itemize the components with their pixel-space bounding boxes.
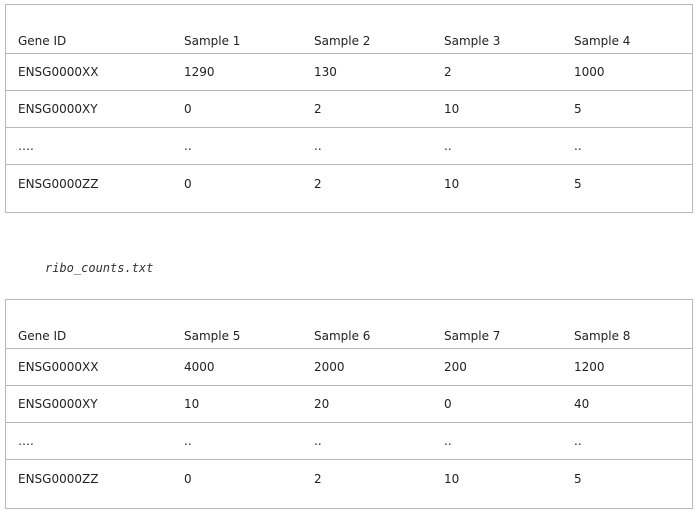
gene-id-cell: ENSG0000ZZ [18, 472, 99, 486]
column-header: Gene ID [18, 34, 67, 48]
table-cell: .. [444, 139, 452, 153]
table-row: ENSG0000XX 4000 2000 200 1200 [6, 349, 692, 386]
table-cell: .. [314, 139, 322, 153]
table-cell: 2 [314, 177, 322, 191]
counts-table-bottom: Gene ID Sample 5 Sample 6 Sample 7 Sampl… [5, 299, 693, 509]
table-cell: 2 [314, 472, 322, 486]
table-cell: 5 [574, 102, 582, 116]
table-row: ENSG0000XX 1290 130 2 1000 [6, 54, 692, 91]
table-cell: 1000 [574, 65, 605, 79]
gene-id-cell: ENSG0000XY [18, 397, 98, 411]
table-cell: 1200 [574, 360, 605, 374]
column-header: Sample 1 [184, 34, 241, 48]
table-cell: 0 [184, 472, 192, 486]
table-cell: 10 [444, 472, 460, 486]
table-cell: 2 [314, 102, 322, 116]
gene-id-cell: ENSG0000XY [18, 102, 98, 116]
column-header: Sample 4 [574, 34, 631, 48]
table-cell: 40 [574, 397, 590, 411]
counts-table-top: Gene ID Sample 1 Sample 2 Sample 3 Sampl… [5, 4, 693, 213]
column-header: Gene ID [18, 329, 67, 343]
table-cell: .. [184, 139, 192, 153]
table-row: ENSG0000XY 0 2 10 5 [6, 91, 692, 128]
gene-id-cell: ENSG0000ZZ [18, 177, 99, 191]
table-header-row: Gene ID Sample 5 Sample 6 Sample 7 Sampl… [6, 300, 692, 349]
file-caption: ribo_counts.txt [45, 261, 154, 275]
table-cell: .. [574, 434, 582, 448]
column-header: Sample 7 [444, 329, 501, 343]
gene-id-cell: …. [18, 434, 34, 448]
table-row: ENSG0000ZZ 0 2 10 5 [6, 460, 692, 497]
gene-id-cell: …. [18, 139, 34, 153]
table-row: ENSG0000XY 10 20 0 40 [6, 386, 692, 423]
table-cell: 130 [314, 65, 337, 79]
column-header: Sample 6 [314, 329, 371, 343]
table-cell: 200 [444, 360, 467, 374]
table-cell: 1290 [184, 65, 215, 79]
table-cell: 0 [184, 177, 192, 191]
table-cell: 10 [184, 397, 200, 411]
table-row-ellipsis: …. .. .. .. .. [6, 423, 692, 460]
table-cell: 2 [444, 65, 452, 79]
table-cell: 5 [574, 472, 582, 486]
table-cell: .. [444, 434, 452, 448]
table-cell: .. [184, 434, 192, 448]
table-row: ENSG0000ZZ 0 2 10 5 [6, 165, 692, 202]
gene-id-cell: ENSG0000XX [18, 65, 99, 79]
table-cell: 0 [444, 397, 452, 411]
column-header: Sample 3 [444, 34, 501, 48]
table-cell: 10 [444, 102, 460, 116]
table-cell: 10 [444, 177, 460, 191]
table-cell: 2000 [314, 360, 345, 374]
table-cell: 4000 [184, 360, 215, 374]
table-cell: 20 [314, 397, 330, 411]
column-header: Sample 2 [314, 34, 371, 48]
table-cell: .. [574, 139, 582, 153]
gene-id-cell: ENSG0000XX [18, 360, 99, 374]
table-cell: 5 [574, 177, 582, 191]
table-header-row: Gene ID Sample 1 Sample 2 Sample 3 Sampl… [6, 5, 692, 54]
table-cell: 0 [184, 102, 192, 116]
column-header: Sample 5 [184, 329, 241, 343]
column-header: Sample 8 [574, 329, 631, 343]
table-cell: .. [314, 434, 322, 448]
table-row-ellipsis: …. .. .. .. .. [6, 128, 692, 165]
